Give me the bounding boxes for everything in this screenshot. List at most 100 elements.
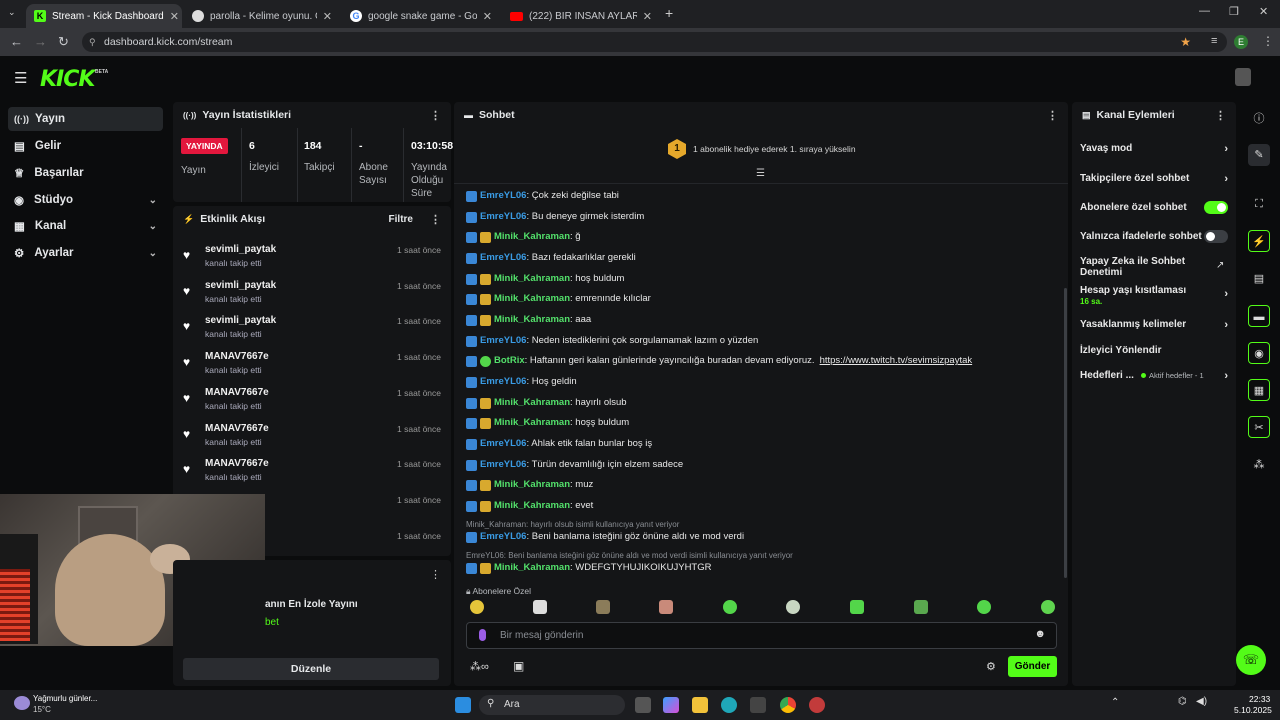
browser-menu-icon[interactable]: ⋮ bbox=[1262, 34, 1274, 48]
nav-item-kanal[interactable]: ▦ Kanal ⌄ bbox=[8, 214, 163, 238]
more-options-icon[interactable]: ⋮ bbox=[1047, 109, 1058, 122]
crop-icon[interactable]: ⛶ bbox=[1248, 193, 1270, 215]
filter-button[interactable]: Filtre bbox=[389, 214, 413, 225]
more-options-icon[interactable]: ⋮ bbox=[430, 109, 441, 122]
chat-bubble-button[interactable]: ☏ bbox=[1236, 645, 1266, 675]
chat-username[interactable]: Minik_Kahraman bbox=[494, 397, 570, 409]
chat-username[interactable]: EmreYL06 bbox=[480, 531, 526, 543]
back-icon[interactable]: ← bbox=[10, 34, 23, 49]
emote-only-toggle[interactable] bbox=[1204, 230, 1228, 243]
edit-button[interactable]: Düzenle bbox=[183, 658, 439, 680]
user-avatar[interactable] bbox=[1235, 68, 1251, 86]
store-icon[interactable]: ▣ bbox=[513, 659, 524, 673]
emoji-picker-icon[interactable]: ☻ bbox=[1034, 628, 1046, 640]
chat-username[interactable]: Minik_Kahraman bbox=[494, 314, 570, 326]
action-raid[interactable]: İzleyici Yönlendir bbox=[1080, 345, 1228, 356]
copilot-icon[interactable] bbox=[663, 697, 679, 713]
chrome-icon[interactable] bbox=[780, 697, 796, 713]
profile-avatar[interactable]: E bbox=[1234, 35, 1248, 49]
emote-icon[interactable] bbox=[914, 600, 928, 614]
send-button[interactable]: Gönder bbox=[1008, 656, 1057, 677]
tab-list-icon[interactable]: ⌄ bbox=[8, 7, 16, 18]
close-tab-icon[interactable]: ✕ bbox=[170, 10, 179, 23]
media-control-icon[interactable]: ≡ bbox=[1211, 35, 1217, 47]
action-slow-mode[interactable]: Yavaş mod › bbox=[1080, 143, 1228, 155]
external-link-icon[interactable]: ↗ bbox=[1216, 260, 1224, 271]
url-input[interactable]: ⚲ dashboard.kick.com/stream ★ bbox=[82, 32, 1227, 52]
close-tab-icon[interactable]: ✕ bbox=[643, 10, 652, 23]
weather-title[interactable]: Yağmurlu günler... bbox=[33, 694, 97, 703]
lightning-icon[interactable]: ⚡ bbox=[1248, 230, 1270, 252]
chat-username[interactable]: EmreYL06 bbox=[480, 459, 526, 471]
tab-youtube[interactable]: (222) BİR İNSAN AYLARCA KAR ✕ bbox=[502, 4, 660, 28]
more-options-icon[interactable]: ⋮ bbox=[1215, 109, 1226, 122]
close-tab-icon[interactable]: ✕ bbox=[483, 10, 492, 23]
minimize-icon[interactable]: — bbox=[1199, 5, 1210, 17]
network-icon[interactable]: ⌬ bbox=[1178, 696, 1187, 707]
tray-chevron-icon[interactable]: ⌃ bbox=[1111, 697, 1119, 708]
chat-username[interactable]: Minik_Kahraman bbox=[494, 417, 570, 429]
emote-icon[interactable] bbox=[1041, 600, 1055, 614]
chat-input[interactable]: Bir mesaj gönderin ☻ bbox=[466, 622, 1057, 649]
edge-icon[interactable] bbox=[721, 697, 737, 713]
chat-settings-icon[interactable]: ⚙ bbox=[986, 660, 996, 673]
more-options-icon[interactable]: ⋮ bbox=[430, 568, 441, 581]
chat-username[interactable]: Minik_Kahraman bbox=[494, 500, 570, 512]
clipboard-icon[interactable]: ▤ bbox=[1248, 268, 1270, 290]
chat-username[interactable]: EmreYL06 bbox=[480, 376, 526, 388]
tab-google-snake[interactable]: G google snake game - Google'd ✕ bbox=[342, 4, 500, 28]
info-icon[interactable]: ⓘ bbox=[1248, 108, 1270, 130]
chat-scrollbar[interactable] bbox=[1064, 288, 1067, 578]
more-options-icon[interactable]: ⋮ bbox=[430, 213, 441, 226]
chat-username[interactable]: EmreYL06 bbox=[480, 335, 526, 347]
nav-item-gelir[interactable]: ▤ Gelir bbox=[8, 134, 163, 158]
layout-icon[interactable]: ▦ bbox=[1248, 379, 1270, 401]
emote-icon[interactable] bbox=[977, 600, 991, 614]
new-tab-icon[interactable]: + bbox=[665, 5, 673, 21]
chat-username[interactable]: Minik_Kahraman bbox=[494, 273, 570, 285]
app-icon[interactable] bbox=[809, 697, 825, 713]
chat-username[interactable]: EmreYL06 bbox=[480, 190, 526, 202]
emote-icon[interactable] bbox=[850, 600, 864, 614]
chat-username[interactable]: Minik_Kahraman bbox=[494, 231, 570, 243]
volume-icon[interactable]: ◀) bbox=[1196, 696, 1207, 707]
restore-icon[interactable]: ❐ bbox=[1229, 5, 1239, 18]
action-ai-moderation[interactable]: Yapay Zeka ile Sohbet Denetimi bbox=[1080, 256, 1200, 278]
close-window-icon[interactable]: ✕ bbox=[1259, 5, 1268, 18]
store-app-icon[interactable] bbox=[750, 697, 766, 713]
chat-username[interactable]: Minik_Kahraman bbox=[494, 562, 570, 574]
broadcast-icon[interactable]: ◉ bbox=[1248, 342, 1270, 364]
edit-icon[interactable]: ✎ bbox=[1248, 144, 1270, 166]
site-info-icon[interactable]: ⚲ bbox=[89, 32, 96, 52]
action-followers-only[interactable]: Takipçilere özel sohbet › bbox=[1080, 173, 1228, 185]
forward-icon[interactable]: → bbox=[34, 34, 47, 49]
emote-icon[interactable] bbox=[533, 600, 547, 614]
chat-username[interactable]: Minik_Kahraman bbox=[494, 293, 570, 305]
chat-username[interactable]: EmreYL06 bbox=[480, 438, 526, 450]
gift-banner[interactable]: 1 1 abonelik hediye ederek 1. sıraya yük… bbox=[668, 139, 856, 159]
file-explorer-icon[interactable] bbox=[692, 697, 708, 713]
kick-logo[interactable]: KICK bbox=[40, 67, 95, 92]
chat-username[interactable]: EmreYL06 bbox=[480, 252, 526, 264]
tab-parolla[interactable]: parolla - Kelime oyunu. Günlük ✕ bbox=[184, 4, 340, 28]
bookmark-star-icon[interactable]: ★ bbox=[1180, 32, 1191, 52]
action-banned-words[interactable]: Yasaklanmış kelimeler › bbox=[1080, 319, 1228, 331]
chat-username[interactable]: BotRix bbox=[494, 355, 525, 367]
hamburger-menu-icon[interactable]: ☰ bbox=[14, 69, 27, 87]
chat-link[interactable]: https://www.twitch.tv/sevimsizpaytak bbox=[820, 355, 973, 367]
subs-only-toggle[interactable] bbox=[1204, 201, 1228, 214]
task-view-icon[interactable] bbox=[635, 697, 651, 713]
nav-item-ayarlar[interactable]: ⚙ Ayarlar ⌄ bbox=[8, 241, 163, 265]
clock-time[interactable]: 22:33 bbox=[1249, 694, 1270, 704]
pinned-collapse-icon[interactable]: ☰ bbox=[756, 168, 765, 179]
taskbar-search[interactable]: ⚲ Ara bbox=[479, 695, 625, 715]
reload-icon[interactable]: ↻ bbox=[58, 34, 69, 50]
weather-icon[interactable] bbox=[14, 696, 30, 710]
action-account-age[interactable]: Hesap yaşı kısıtlaması › bbox=[1080, 285, 1228, 300]
chat-username[interactable]: EmreYL06 bbox=[480, 211, 526, 223]
apps-icon[interactable]: ⁂ bbox=[1248, 454, 1270, 476]
emote-icon[interactable] bbox=[470, 600, 484, 614]
message-icon[interactable]: ▬ bbox=[1248, 305, 1270, 327]
points-icon[interactable]: ⁂∞ bbox=[470, 660, 489, 673]
nav-item-studyo[interactable]: ◉ Stüdyo ⌄ bbox=[8, 188, 163, 212]
